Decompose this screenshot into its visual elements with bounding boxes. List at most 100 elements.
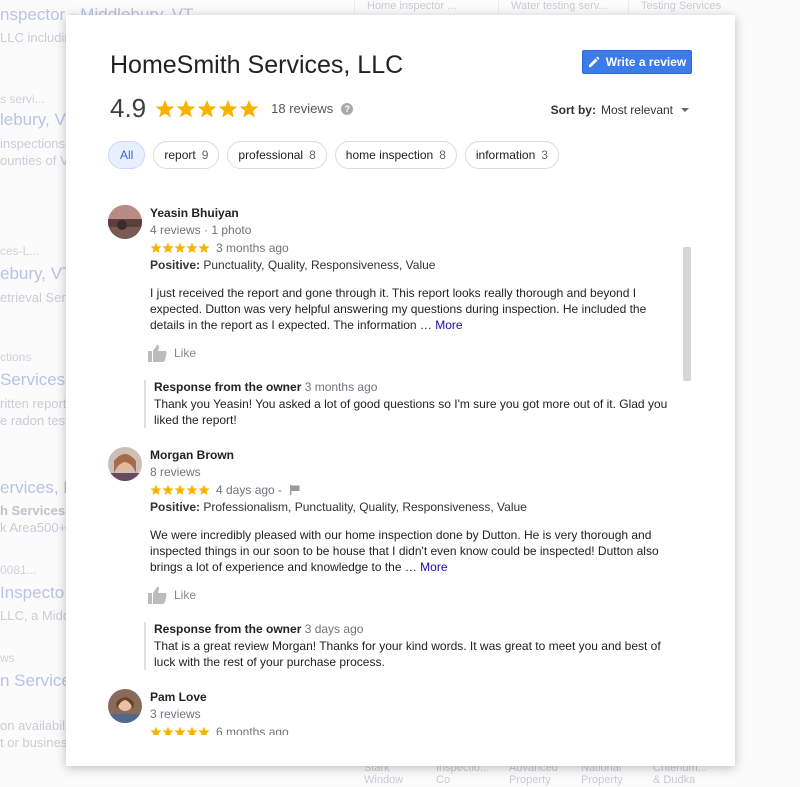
star-icon xyxy=(150,726,162,735)
rating-summary: 4.9 18 reviews ? xyxy=(110,93,354,124)
reviewer-name[interactable]: Yeasin Bhuiyan xyxy=(150,206,680,220)
star-icon xyxy=(162,242,174,254)
chip-label: report xyxy=(164,148,196,162)
review-text-block: We were incredibly pleased with our home… xyxy=(150,527,680,575)
topic-filter-chips: All report 9 professional 8 home inspect… xyxy=(108,141,559,169)
avatar[interactable] xyxy=(108,205,142,239)
star-icon xyxy=(174,484,186,496)
bg-result-text: inspections a xyxy=(0,136,76,151)
positive-label: Positive: xyxy=(150,258,201,272)
flag-icon[interactable] xyxy=(290,485,300,495)
more-link[interactable]: More xyxy=(420,560,447,574)
review-stars xyxy=(150,242,210,254)
more-link[interactable]: More xyxy=(435,318,462,332)
like-label: Like xyxy=(174,588,197,602)
chip-home-inspection[interactable]: home inspection 8 xyxy=(334,141,457,169)
star-icon xyxy=(239,99,259,117)
bg-result-text: s servi... xyxy=(0,92,45,106)
review-text: We were incredibly pleased with our home… xyxy=(150,528,659,574)
review-date: 4 days ago - xyxy=(216,483,283,497)
bg-result-text: ctions xyxy=(0,350,32,364)
star-icon xyxy=(162,484,174,496)
write-review-button[interactable]: Write a review xyxy=(582,50,692,74)
thumbs-up-icon xyxy=(148,344,167,362)
avatar[interactable] xyxy=(108,689,142,723)
bg-result-text: 0081... xyxy=(0,563,37,577)
average-rating: 4.9 xyxy=(110,93,147,123)
business-title: HomeSmith Services, LLC xyxy=(110,51,404,79)
review-stars xyxy=(150,484,210,496)
star-icon xyxy=(218,99,238,117)
positive-attributes: Professionalism, Punctuality, Quality, R… xyxy=(203,500,527,514)
chip-report[interactable]: report 9 xyxy=(153,141,220,169)
like-button[interactable]: Like xyxy=(148,586,208,604)
sort-value: Most relevant xyxy=(600,103,673,117)
pencil-icon xyxy=(588,56,600,67)
chevron-down-icon xyxy=(681,108,689,112)
review-list: Yeasin Bhuiyan 4 reviews · 1 photo 3 mon… xyxy=(66,195,735,735)
bg-result-text: etrieval Servi xyxy=(0,290,76,305)
chip-all[interactable]: All xyxy=(108,141,146,169)
bg-tab: Testing Services xyxy=(628,0,721,14)
star-icon xyxy=(186,242,198,254)
bg-result-text: ces-L... xyxy=(0,244,40,258)
reviewer-meta: 8 reviews xyxy=(150,465,201,479)
bg-result-text: ebury, VT xyxy=(0,264,73,283)
star-icon xyxy=(162,726,174,735)
chip-professional[interactable]: professional 8 xyxy=(227,141,327,169)
bg-result-text: ounties of Ve xyxy=(0,153,76,168)
write-review-label: Write a review xyxy=(605,55,687,69)
like-label: Like xyxy=(174,346,197,360)
chip-label: professional xyxy=(238,148,304,162)
owner-response-label: Response from the owner xyxy=(154,622,302,636)
bg-result-text: ws xyxy=(0,651,15,665)
like-button[interactable]: Like xyxy=(148,344,208,362)
sort-label: Sort by: xyxy=(550,103,596,117)
star-icon xyxy=(150,242,162,254)
reviewer-meta: 3 reviews xyxy=(150,707,201,721)
bg-result-text: lebury, VT xyxy=(0,110,77,129)
bg-result-text: k Area500+ xyxy=(0,520,67,535)
avatar[interactable] xyxy=(108,447,142,481)
reviewer-name[interactable]: Pam Love xyxy=(150,690,680,704)
chip-information[interactable]: information 3 xyxy=(464,141,559,169)
review-date: 6 months ago xyxy=(216,725,289,735)
bg-result-text: Inspecto xyxy=(0,583,65,602)
reviews-dialog: HomeSmith Services, LLC Write a review 4… xyxy=(66,15,735,766)
review-text: I just received the report and gone thro… xyxy=(150,286,647,332)
star-icon xyxy=(155,99,175,117)
owner-response-text: Thank you Yeasin! You asked a lot of goo… xyxy=(154,397,668,427)
chip-count: 8 xyxy=(309,148,316,162)
bg-tab: Home inspector ... xyxy=(354,0,456,14)
chip-label: All xyxy=(120,148,134,162)
reviewer-name[interactable]: Morgan Brown xyxy=(150,448,680,462)
review-text-block: I just received the report and gone thro… xyxy=(150,285,680,333)
chip-label: home inspection xyxy=(345,148,434,162)
star-icon xyxy=(198,484,210,496)
bg-result-text: t or business xyxy=(0,735,74,750)
help-icon[interactable]: ? xyxy=(341,102,354,115)
thumbs-up-icon xyxy=(148,586,167,604)
bg-result-text: ritten reports xyxy=(0,396,73,411)
star-icon xyxy=(150,484,162,496)
review-date: 3 months ago xyxy=(216,241,289,255)
owner-response: Response from the owner 3 months ago Tha… xyxy=(144,380,680,428)
reviewer-meta: 4 reviews · 1 photo xyxy=(150,223,252,237)
star-icon xyxy=(198,242,210,254)
chip-count: 8 xyxy=(439,148,446,162)
owner-response: Response from the owner 3 days ago That … xyxy=(144,622,680,670)
sort-dropdown[interactable]: Sort by: Most relevant xyxy=(551,103,689,117)
owner-response-date: 3 days ago xyxy=(304,622,364,636)
positive-label: Positive: xyxy=(150,500,201,514)
review-count: 18 reviews xyxy=(271,101,334,116)
owner-response-text: That is a great review Morgan! Thanks fo… xyxy=(154,639,661,669)
owner-response-label: Response from the owner xyxy=(154,380,302,394)
bg-result-text: LLC, a Middl xyxy=(0,608,73,623)
owner-response-date: 3 months ago xyxy=(304,380,378,394)
star-icon xyxy=(186,726,198,735)
rating-stars xyxy=(155,99,259,119)
star-icon xyxy=(176,99,196,117)
star-icon xyxy=(174,726,186,735)
chip-label: information xyxy=(475,148,536,162)
star-icon xyxy=(174,242,186,254)
